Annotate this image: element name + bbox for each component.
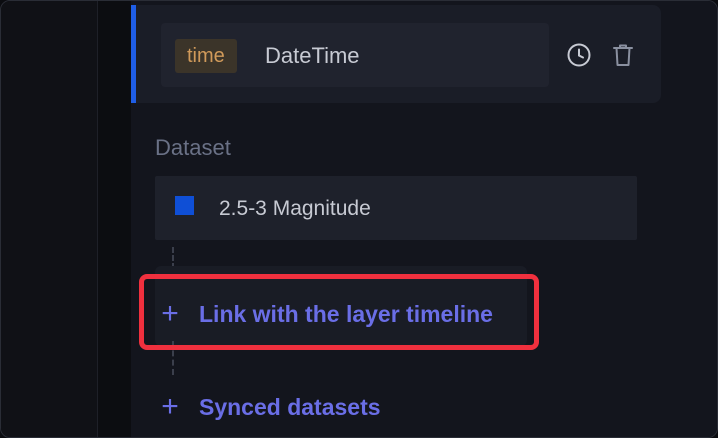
active-accent-bar: [131, 5, 136, 103]
synced-datasets-label: Synced datasets: [199, 394, 381, 420]
connector-line: [172, 341, 174, 375]
link-layer-timeline-label: Link with the layer timeline: [199, 301, 493, 327]
sidebar-divider: [97, 1, 98, 437]
dataset-item[interactable]: 2.5-3 Magnitude: [155, 176, 637, 240]
dataset-section-label: Dataset: [155, 135, 231, 160]
field-type-badge: time: [175, 39, 237, 73]
field-selector[interactable]: time DateTime: [161, 23, 549, 87]
delete-filter-button[interactable]: [609, 41, 637, 69]
plus-icon: +: [161, 297, 179, 330]
filter-panel: time DateTime Dataset 2.5-3 Magnitude + …: [131, 1, 717, 437]
dataset-color-swatch: [175, 196, 194, 215]
link-layer-timeline-button[interactable]: + Link with the layer timeline: [159, 299, 493, 329]
plus-icon: +: [161, 390, 179, 423]
time-playback-button[interactable]: [565, 41, 593, 69]
clock-icon: [567, 43, 591, 67]
field-name: DateTime: [265, 43, 360, 68]
trash-icon: [613, 44, 633, 66]
synced-datasets-button[interactable]: + Synced datasets: [159, 390, 381, 423]
dataset-name: 2.5-3 Magnitude: [219, 197, 371, 220]
left-sidebar-strip: [1, 1, 97, 437]
app-frame: time DateTime Dataset 2.5-3 Magnitude + …: [0, 0, 718, 438]
